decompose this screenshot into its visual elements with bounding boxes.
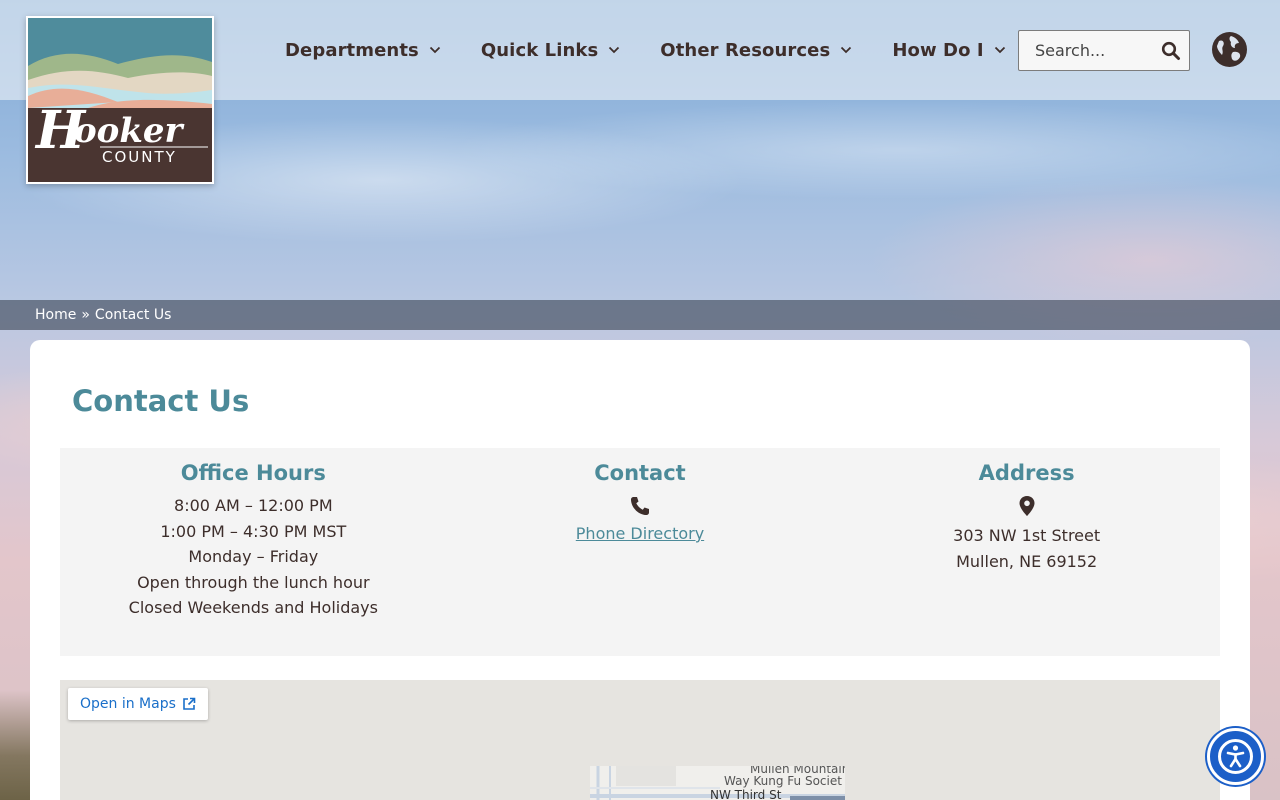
page-title: Contact Us [72, 384, 250, 418]
svg-text:ooker: ooker [74, 111, 185, 151]
breadcrumb-current: Contact Us [94, 307, 172, 323]
open-in-maps-button[interactable]: Open in Maps [68, 688, 208, 720]
address-section: Address 303 NW 1st Street Mullen, NE 691… [833, 448, 1220, 656]
nav-departments[interactable]: Departments [285, 36, 441, 64]
map-tile: Mullen Mountain Way Kung Fu Societ NW Th… [590, 766, 845, 800]
nav-label: Departments [285, 39, 419, 61]
contact-section: Contact Phone Directory [447, 448, 834, 656]
contact-heading: Contact [594, 461, 686, 485]
globe-icon[interactable] [1211, 31, 1248, 68]
nav-label: Other Resources [660, 39, 831, 61]
content-card: Contact Us Office Hours 8:00 AM – 12:00 … [30, 340, 1250, 800]
accessibility-button[interactable] [1207, 728, 1264, 785]
phone-icon [630, 497, 649, 515]
logo-graphic: H ooker COUNTY [28, 18, 212, 182]
main-nav: Departments Quick Links Other Resources … [285, 36, 1046, 64]
chevron-down-icon [841, 46, 852, 54]
external-link-icon [183, 697, 196, 710]
chevron-down-icon [609, 46, 620, 54]
office-hours-line: Monday – Friday [188, 547, 319, 566]
svg-text:COUNTY: COUNTY [102, 148, 177, 166]
grass-decoration [0, 690, 30, 800]
accessibility-icon [1218, 739, 1253, 774]
office-hours-line: Closed Weekends and Holidays [128, 598, 378, 617]
nav-label: Quick Links [480, 39, 599, 61]
map-pin-icon [1019, 496, 1035, 516]
office-hours-section: Office Hours 8:00 AM – 12:00 PM 1:00 PM … [60, 448, 447, 656]
open-in-maps-label: Open in Maps [80, 696, 176, 712]
map-label: NW Third St [710, 788, 782, 800]
office-hours-line: 1:00 PM – 4:30 PM MST [160, 521, 347, 541]
map-embed[interactable]: Open in Maps Mullen Mountain Way Kung Fu… [60, 680, 1220, 800]
breadcrumb-separator: » [81, 307, 90, 323]
breadcrumb: Home » Contact Us [0, 300, 1280, 330]
address-heading: Address [978, 461, 1075, 485]
address-line: 303 NW 1st Street [953, 526, 1101, 545]
nav-other-resources[interactable]: Other Resources [660, 36, 852, 64]
nav-label: How Do I [892, 39, 984, 61]
search-box [1018, 30, 1190, 71]
search-input[interactable] [1035, 41, 1165, 60]
nav-quick-links[interactable]: Quick Links [481, 36, 620, 64]
office-hours-line: Open through the lunch hour [137, 572, 370, 592]
contact-info-box: Office Hours 8:00 AM – 12:00 PM 1:00 PM … [60, 448, 1220, 656]
office-hours-line: 8:00 AM – 12:00 PM [174, 496, 333, 515]
county-logo[interactable]: H ooker COUNTY [26, 16, 214, 184]
office-hours-heading: Office Hours [180, 461, 326, 485]
phone-directory-link[interactable]: Phone Directory [576, 523, 704, 545]
address-line: Mullen, NE 69152 [956, 551, 1098, 571]
chevron-down-icon [429, 46, 440, 54]
map-label: Way Kung Fu Societ [724, 774, 842, 788]
nav-how-do-i[interactable]: How Do I [892, 36, 1005, 64]
chevron-down-icon [994, 46, 1005, 54]
breadcrumb-home-link[interactable]: Home [35, 307, 76, 323]
search-icon[interactable] [1161, 41, 1181, 61]
